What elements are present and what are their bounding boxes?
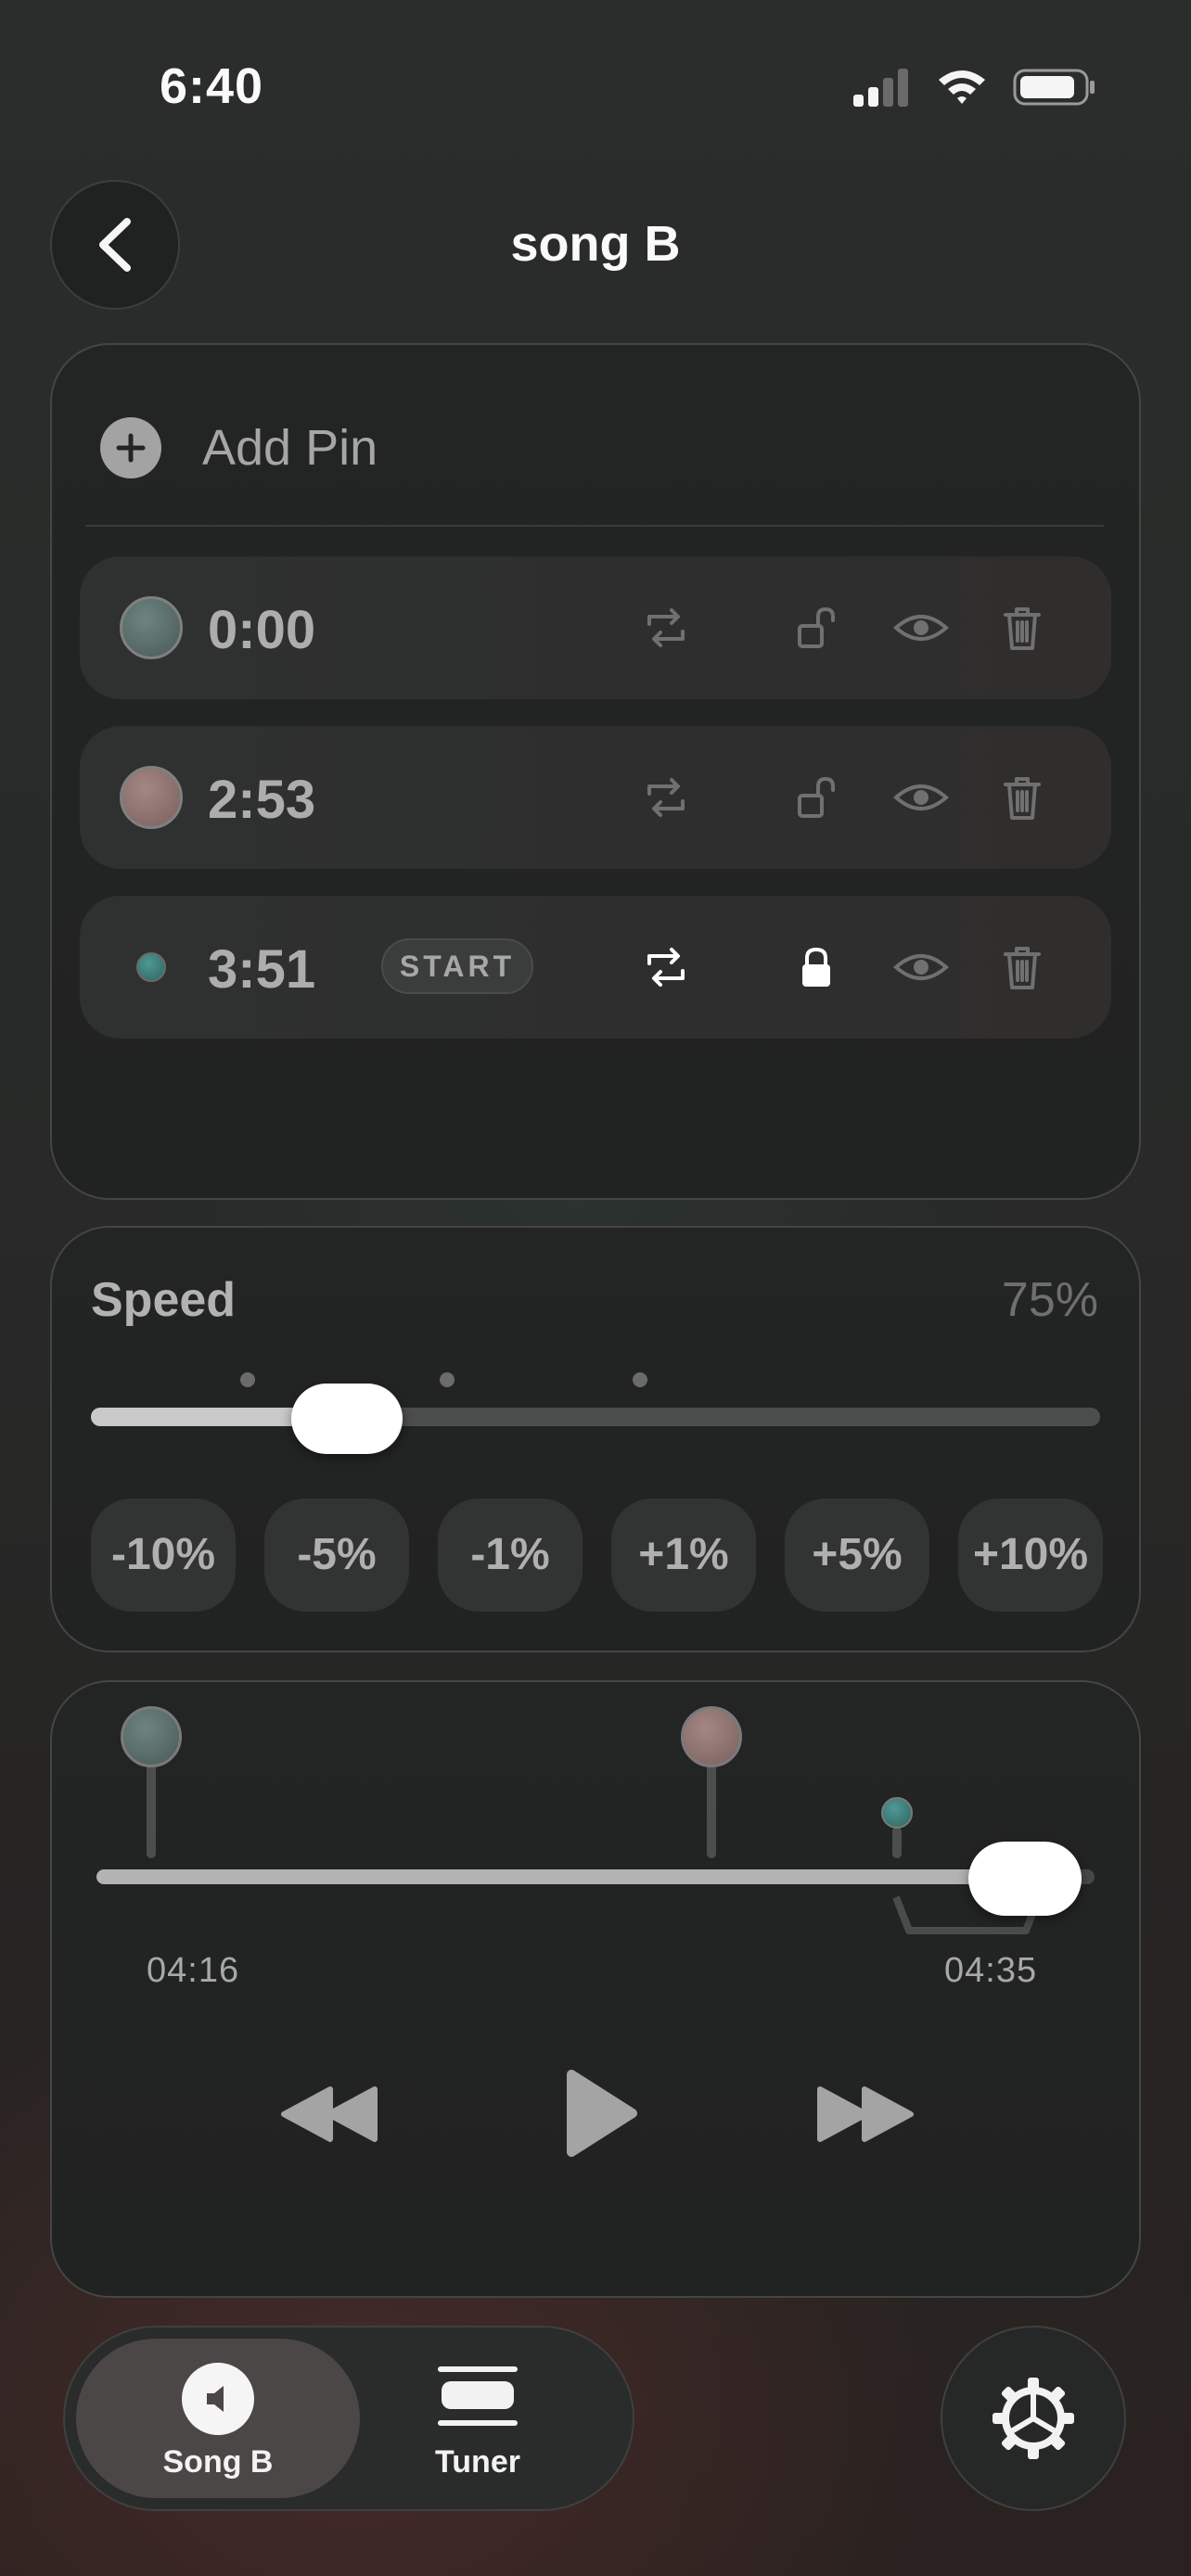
pin-color-dot (120, 596, 183, 659)
playback-thumb[interactable] (967, 1842, 1082, 1916)
wifi-icon (939, 70, 985, 104)
loop-icon[interactable] (640, 602, 692, 654)
rewind-icon (281, 2086, 378, 2142)
pin-row[interactable]: 3:51 START (80, 896, 1111, 1039)
tab-song-label: Song B (162, 2444, 274, 2480)
settings-button[interactable] (941, 2326, 1126, 2511)
battery-icon (1013, 69, 1095, 106)
speed-label: Speed (91, 1273, 237, 1327)
add-pin-label: Add Pin (202, 420, 378, 476)
play-button[interactable] (557, 2062, 646, 2164)
speed-minus-10-button[interactable]: -10% (91, 1498, 236, 1612)
loop-icon[interactable] (640, 941, 692, 993)
trash-icon[interactable] (996, 602, 1048, 654)
tab-song[interactable]: Song B (76, 2339, 360, 2498)
play-icon (567, 2070, 637, 2157)
timeline-pin-stem (892, 1827, 902, 1858)
status-icons (852, 65, 1096, 109)
pin-time: 0:00 (208, 600, 316, 660)
unlock-icon[interactable] (790, 602, 842, 654)
timeline-pin-stem (707, 1762, 716, 1858)
pin-color-dot (136, 952, 166, 982)
tab-tuner-label: Tuner (435, 2444, 520, 2480)
speed-plus-5-button[interactable]: +5% (785, 1498, 929, 1612)
total-time: 04:35 (944, 1951, 1038, 1990)
pin-row[interactable]: 2:53 (80, 726, 1111, 869)
speed-minus-5-button[interactable]: -5% (264, 1498, 409, 1612)
pin-time: 2:53 (208, 770, 316, 830)
tuner-icon (438, 2366, 518, 2426)
speed-tick (440, 1372, 455, 1387)
plus-circle-icon (100, 417, 161, 478)
page-title: song B (510, 216, 681, 272)
fast-forward-button[interactable] (811, 2077, 920, 2151)
speed-minus-1-button[interactable]: -1% (438, 1498, 583, 1612)
speed-plus-10-button[interactable]: +10% (958, 1498, 1103, 1612)
fast-forward-icon (817, 2086, 914, 2142)
status-time: 6:40 (160, 58, 264, 114)
timeline-pin-marker[interactable] (121, 1706, 182, 1767)
pin-color-dot (120, 766, 183, 829)
trash-icon[interactable] (996, 772, 1048, 823)
rewind-button[interactable] (275, 2077, 384, 2151)
add-pin-button[interactable]: Add Pin (100, 417, 378, 478)
speed-value: 75% (1001, 1273, 1098, 1327)
timeline-pin-marker[interactable] (681, 1706, 742, 1767)
unlock-icon[interactable] (790, 772, 842, 823)
speed-plus-1-button[interactable]: +1% (611, 1498, 756, 1612)
timeline-pin-marker[interactable] (881, 1797, 913, 1829)
divider (85, 525, 1104, 527)
eye-icon[interactable] (892, 772, 950, 823)
speed-tick (633, 1372, 647, 1387)
eye-icon[interactable] (892, 941, 950, 993)
eye-icon[interactable] (892, 602, 950, 654)
pin-row[interactable]: 0:00 (80, 556, 1111, 699)
start-badge: START (381, 938, 533, 994)
playback-progress (96, 1869, 1025, 1884)
cellular-signal-icon (853, 69, 908, 107)
elapsed-time: 04:16 (147, 1951, 240, 1990)
tab-tuner[interactable]: Tuner (408, 2339, 547, 2498)
speed-tick (240, 1372, 255, 1387)
speed-slider-thumb[interactable] (290, 1384, 403, 1454)
loop-icon[interactable] (640, 772, 692, 823)
lock-icon[interactable] (790, 941, 842, 993)
trash-icon[interactable] (996, 941, 1048, 993)
pin-time: 3:51 (208, 939, 316, 1000)
speaker-icon (182, 2363, 254, 2435)
gear-icon (992, 2378, 1074, 2459)
timeline-pin-stem (147, 1762, 156, 1858)
